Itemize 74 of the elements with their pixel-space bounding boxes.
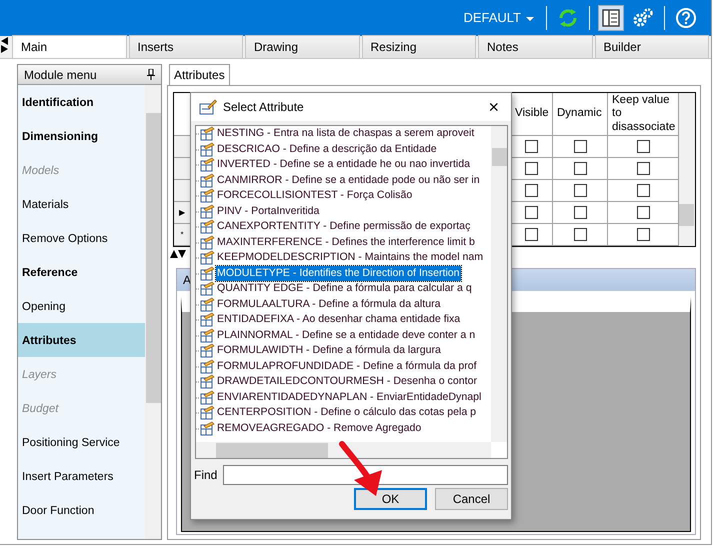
checkbox[interactable] [574, 184, 586, 197]
attribute-list-item[interactable]: FORMULAWIDTH - Define a fórmula da largura [216, 343, 442, 358]
expand-arrows-icon[interactable] [170, 250, 186, 258]
menu-item[interactable]: Door Function [18, 493, 145, 527]
checkbox[interactable] [636, 184, 650, 197]
pin-icon[interactable] [147, 69, 155, 80]
checkbox[interactable] [525, 162, 538, 175]
attribute-list-item[interactable]: QUANTITY EDGE - Define a fórmula para calcular a q [216, 281, 473, 296]
attribute-list-item[interactable]: REMOVEAGREGADO - Remove Agregado [216, 420, 422, 436]
menu-item[interactable]: Opening [18, 289, 145, 323]
attribute-icon [199, 98, 217, 116]
dialog-title: Select Attribute [223, 99, 305, 116]
attribute-list-item[interactable]: CANEXPORTENTITY - Define permissão de exportaç [216, 219, 472, 234]
row-marker: ▶ [179, 208, 185, 216]
cancel-button[interactable]: Cancel [435, 488, 508, 510]
tab[interactable]: Inserts [128, 35, 243, 58]
attribute-list-item[interactable]: CENTERPOSITION - Define o cálculo das cotas pela p [216, 405, 478, 420]
attribute-list-item[interactable]: PINV - PortaInveritida [216, 204, 320, 219]
tab[interactable]: Drawing [245, 35, 360, 58]
menu-item[interactable]: Attributes [18, 323, 145, 357]
attribute-list-item[interactable]: INVERTED - Define se a entidade he ou nao invertida [216, 157, 472, 172]
menu-item[interactable]: Dimensioning [18, 119, 145, 153]
profile-dropdown[interactable]: DEFAULT [459, 8, 538, 28]
checkbox[interactable] [636, 162, 650, 175]
attribute-list-item[interactable]: FORMULAALTURA - Define a fórmula da altura [216, 296, 442, 312]
tab[interactable]: Builder [594, 35, 709, 58]
checkbox[interactable] [636, 228, 650, 241]
attribute-list-item[interactable]: ENVIARENTIDADEDYNAPLAN - EnviarEntidadeDynapl [216, 390, 482, 405]
menu-item[interactable]: Reference [18, 255, 145, 289]
attribute-list-item[interactable]: CANMIRROR - Define se a entidade pode ou não ser in [216, 172, 481, 188]
scrollbar[interactable] [145, 85, 161, 539]
column-header: Dynamic [553, 93, 608, 136]
scrollbar[interactable] [196, 442, 491, 458]
attribute-list-item[interactable]: DESCRICAO - Define a descrição da Entidade [216, 142, 438, 157]
attribute-list-item[interactable]: KEEPMODELDESCRIPTION - Maintains the model nam [216, 250, 484, 266]
attribute-list-item[interactable]: FORMULAPROFUNDIDADE - Define a fórmula da prof [216, 358, 478, 374]
checkbox[interactable] [525, 228, 538, 241]
scroll-arrows-icon[interactable] [0, 37, 9, 53]
checkbox[interactable] [574, 206, 586, 219]
checkbox[interactable] [636, 140, 650, 153]
caret-icon [526, 16, 534, 21]
menu-item[interactable]: Materials [18, 187, 145, 221]
checkbox[interactable] [574, 228, 586, 241]
scrollbar[interactable] [679, 93, 695, 246]
attribute-list-item[interactable]: MODULETYPE - Identifies the Direction of Insertion [216, 266, 461, 281]
tab[interactable]: Attributes [169, 64, 230, 85]
attribute-list-item[interactable]: FORCECOLLISIONTEST - Força Colisão [216, 188, 414, 204]
scrollbar[interactable] [491, 126, 507, 442]
checkbox[interactable] [574, 140, 586, 153]
checkbox[interactable] [636, 206, 650, 219]
menu-item[interactable]: Remove Options [18, 221, 145, 255]
panel-title: Module menu [24, 66, 97, 84]
tab[interactable]: Main [12, 35, 126, 58]
menu-item[interactable]: Insert Parameters [18, 459, 145, 493]
row-marker: * [180, 230, 184, 238]
tab[interactable]: Notes [478, 35, 592, 58]
panel-layout-icon[interactable] [598, 5, 624, 31]
checkbox[interactable] [574, 162, 586, 175]
attribute-list-item[interactable]: NESTING - Entra na lista de chaspas a serem aproveit [216, 126, 476, 142]
menu-item[interactable]: Identification [18, 85, 145, 119]
checkbox[interactable] [525, 206, 538, 219]
help-icon[interactable] [673, 5, 699, 31]
attribute-list-item[interactable]: ENTIDADEFIXA - Ao desenhar chama entidade fixa [216, 312, 462, 328]
attribute-list-item[interactable]: PLAINNORMAL - Define se a entidade deve conter a n [216, 328, 476, 343]
close-button[interactable]: × [482, 98, 505, 116]
tab[interactable]: Resizing [362, 35, 476, 58]
checkbox[interactable] [525, 140, 538, 153]
find-label: Find [194, 467, 218, 484]
attribute-list-item[interactable]: MAXINTERFERENCE - Defines the interference limit b [216, 234, 476, 250]
find-field[interactable] [223, 465, 508, 485]
menu-item[interactable]: Positioning Service [18, 425, 145, 459]
attribute-list-item[interactable]: DRAWDETAILEDCONTOURMESH - Desenha o contor [216, 374, 478, 390]
checkbox[interactable] [525, 184, 538, 197]
ok-button[interactable]: OK [354, 488, 427, 510]
